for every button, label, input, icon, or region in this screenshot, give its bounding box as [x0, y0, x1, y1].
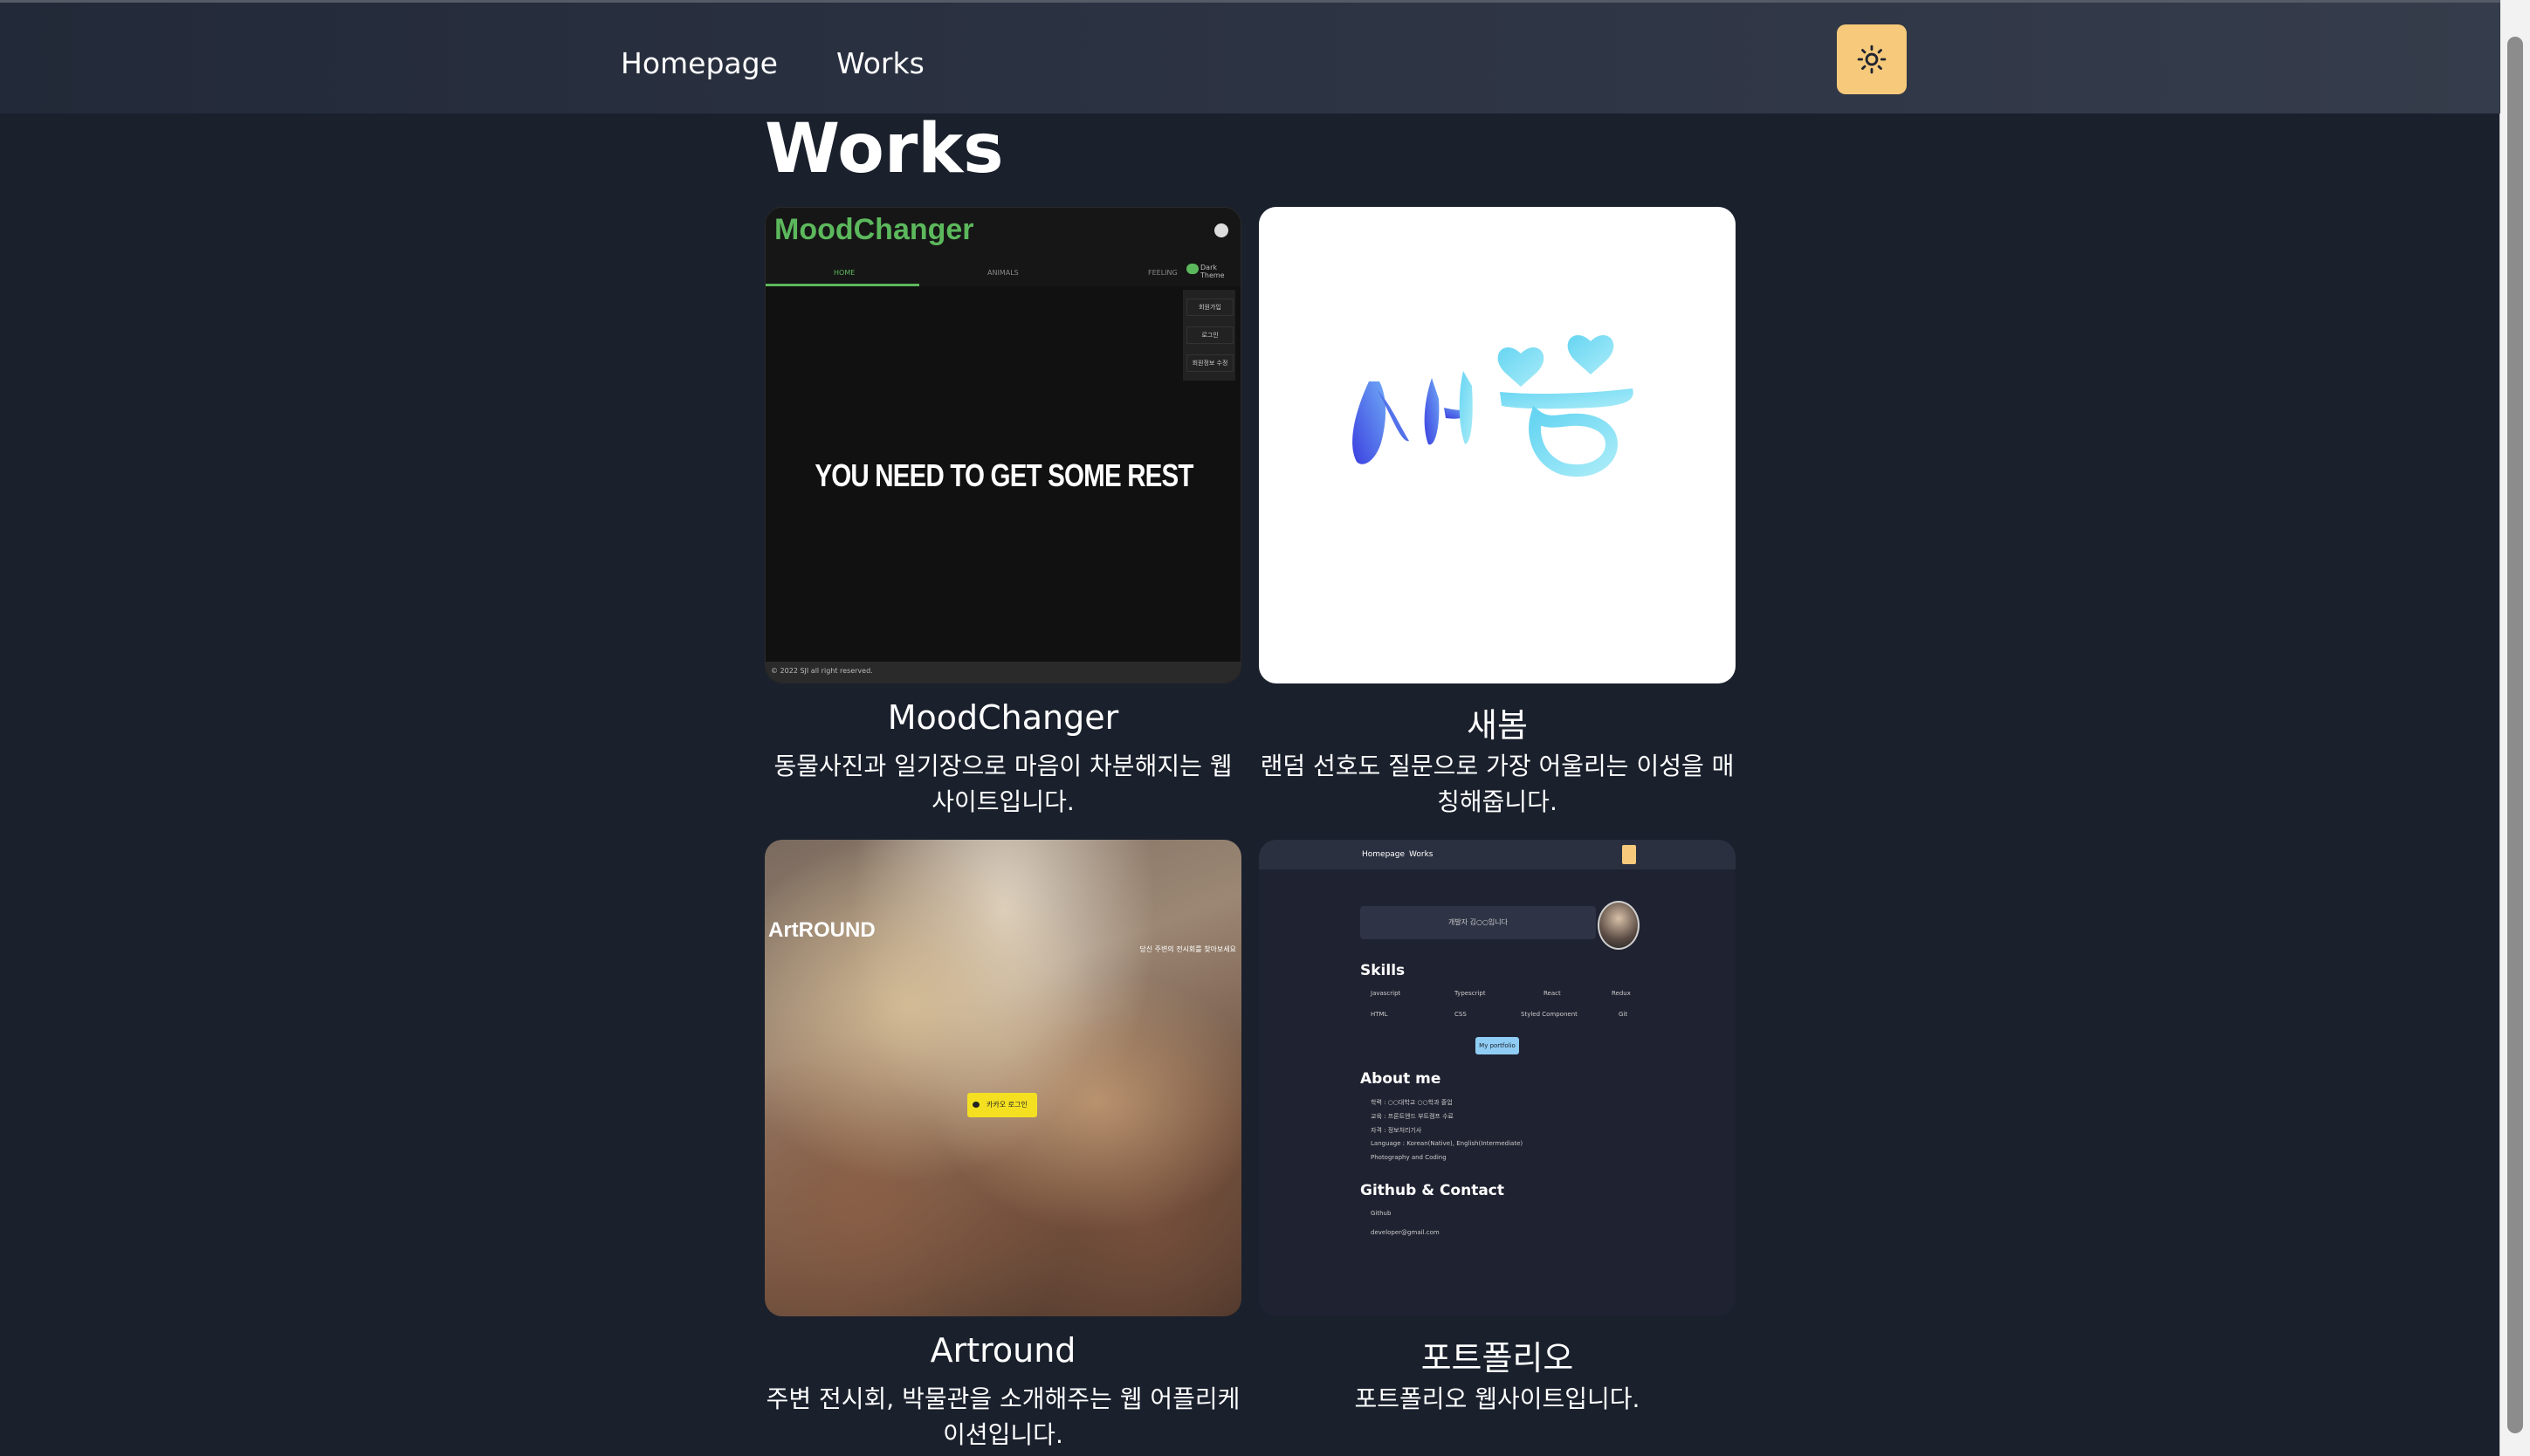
thumb-about-line: Photography and Coding: [1371, 1154, 1447, 1161]
thumb-nav-works: Works: [1409, 850, 1433, 859]
thumb-header: MoodChanger HOME ANIMALS FEELING Dark Th…: [766, 208, 1241, 286]
thumb-skill: CSS: [1454, 1011, 1467, 1018]
nav-homepage-link[interactable]: Homepage: [621, 46, 778, 80]
work-thumbnail[interactable]: 새봄: [1259, 207, 1736, 683]
work-title[interactable]: 새봄: [1259, 698, 1736, 746]
theme-toggle-button[interactable]: [1837, 24, 1907, 94]
work-description: 주변 전시회, 박물관을 소개해주는 웹 어플리케이션입니다.: [766, 1384, 1241, 1449]
thumb-login-label: 카카오 로그인: [987, 1101, 1028, 1109]
thumb-tab-feeling: FEELING: [1148, 269, 1178, 277]
thumb-about-heading: About me: [1360, 1070, 1441, 1088]
thumb-header: Homepage Works: [1259, 840, 1736, 869]
thumb-nav-homepage: Homepage: [1362, 850, 1406, 859]
thumb-skill: Typescript: [1454, 990, 1486, 997]
top-navigation-bar: Homepage Works: [0, 0, 2500, 113]
work-thumbnail[interactable]: ArtROUND 당신 주변의 전시회를 찾아보세요 카카오 로그인: [765, 840, 1241, 1316]
work-description: 포트폴리오 웹사이트입니다.: [1354, 1384, 1640, 1413]
thumb-tagline: 당신 주변의 전시회를 찾아보세요: [1139, 945, 1236, 953]
thumb-about-line: Language : Korean(Native), English(Inter…: [1371, 1140, 1523, 1147]
thumb-skill: React: [1543, 990, 1561, 997]
thumb-tab-animals: ANIMALS: [987, 269, 1019, 277]
toggle-icon: [1186, 264, 1199, 274]
thumb-skill: Styled Component: [1521, 1011, 1578, 1018]
thumb-about-line: 교육 : 프론트엔드 부트캠프 수료: [1371, 1113, 1454, 1120]
thumb-portfolio-button: My portfolio: [1475, 1037, 1519, 1054]
thumb-toggle-label: Dark Theme: [1200, 264, 1225, 279]
thumb-contact-heading: Github & Contact: [1360, 1182, 1505, 1199]
scrollbar-thumb[interactable]: [2507, 37, 2523, 1433]
thumb-headline: YOU NEED TO GET SOME REST: [815, 457, 1193, 493]
thumb-login-button: 카카오 로그인: [967, 1093, 1037, 1117]
thumb-tab-underline: [766, 284, 919, 286]
thumb-tab-home: HOME: [834, 269, 856, 277]
thumb-intro-text: 개발자 김○○입니다: [1447, 918, 1509, 926]
thumb-brand: ArtROUND: [768, 918, 876, 942]
thumb-footer-bar: © 2022 SJI all right reserved.: [766, 662, 1241, 683]
thumb-menu-login: 로그인: [1186, 326, 1234, 344]
work-title[interactable]: MoodChanger: [765, 698, 1241, 737]
thumb-brand: MoodChanger: [774, 213, 974, 246]
thumb-menu-signup: 회원가입: [1186, 299, 1234, 316]
saebom-logo: [1352, 334, 1633, 477]
chat-icon: [973, 1102, 980, 1108]
work-description: 동물사진과 일기장으로 마음이 차분해지는 웹사이트입니다.: [773, 752, 1233, 816]
nav-works-link[interactable]: Works: [836, 46, 925, 80]
thumb-about-line: 자격 : 정보처리기사: [1371, 1127, 1422, 1134]
thumb-skill: Javascript: [1371, 990, 1401, 997]
thumb-email: developer@gmail.com: [1371, 1229, 1440, 1236]
thumb-skill: HTML: [1371, 1011, 1388, 1018]
thumb-skill: Redux: [1612, 990, 1631, 997]
thumb-intro-box: 개발자 김○○입니다: [1360, 906, 1596, 939]
sun-icon: [1857, 45, 1887, 74]
work-description: 랜덤 선호도 질문으로 가장 어울리는 이성을 매칭해줍니다.: [1260, 752, 1735, 816]
page-title: Works: [765, 110, 1004, 189]
thumb-menu-edit: 회원정보 수정: [1186, 354, 1234, 372]
work-thumbnail[interactable]: MoodChanger HOME ANIMALS FEELING Dark Th…: [765, 207, 1241, 683]
thumb-skills-heading: Skills: [1360, 962, 1406, 979]
work-thumbnail[interactable]: Homepage Works 개발자 김○○입니다 Skills Javascr…: [1259, 840, 1736, 1316]
thumb-side-menu: 회원가입 로그인 회원정보 수정: [1183, 290, 1235, 381]
avatar-icon: [1214, 223, 1228, 237]
thumb-avatar: [1598, 901, 1640, 950]
thumb-theme-button: [1622, 845, 1636, 864]
vertical-scrollbar[interactable]: [2499, 0, 2530, 1456]
work-title[interactable]: 포트폴리오: [1259, 1331, 1736, 1379]
work-title[interactable]: Artround: [765, 1331, 1241, 1370]
thumb-github-label: Github: [1371, 1210, 1392, 1217]
thumb-footer: © 2022 SJI all right reserved.: [771, 667, 873, 675]
thumb-skill: Git: [1619, 1011, 1628, 1018]
thumb-about-line: 학력 : ○○대학교 ○○학과 졸업: [1371, 1099, 1453, 1106]
